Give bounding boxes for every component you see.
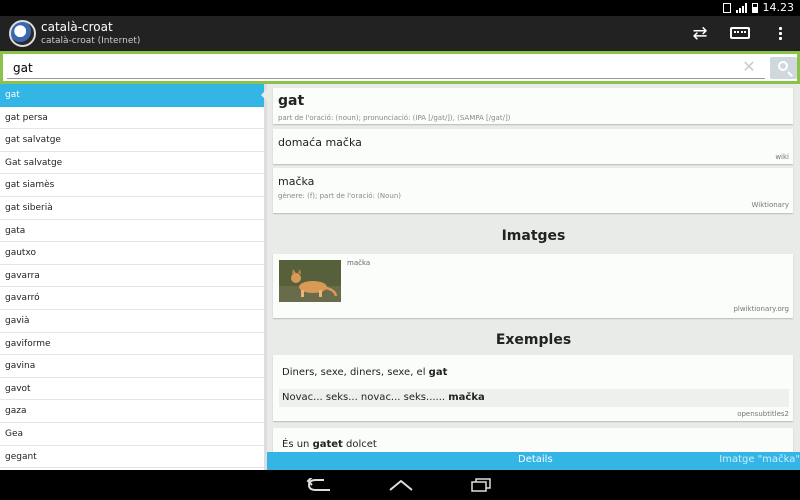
example-card: Diners, sexe, diners, sexe, el gat Novac… (273, 355, 793, 421)
word-list-item[interactable]: gavarra (0, 265, 264, 288)
notification-icon (722, 2, 731, 13)
signal-icon (735, 2, 747, 13)
image-card[interactable]: mačka plwiktionary.org (273, 254, 793, 318)
word-list-item[interactable]: gavià (0, 310, 264, 333)
word-list-item[interactable]: gat siberià (0, 197, 264, 220)
example-card: És un gatet dolcet (273, 428, 793, 452)
headword-card: gat part de l'oració: (noun); pronunciac… (273, 88, 793, 124)
word-list-item[interactable]: gat siamès (0, 174, 264, 197)
translation-meta: gènere: (f); part de l'oració: (Noun) (278, 192, 402, 200)
keyboard-button[interactable] (726, 22, 754, 44)
translation-card[interactable]: mačka gènere: (f); part de l'oració: (No… (273, 168, 793, 213)
translation-source: Wiktionary (751, 201, 790, 209)
images-heading: Imatges (501, 228, 566, 244)
translation-card[interactable]: domaća mačka wiki (273, 129, 793, 164)
search-icon (778, 61, 788, 71)
word-list-item[interactable]: gegant (0, 446, 264, 469)
keyboard-icon (730, 27, 750, 39)
clock: 14.23 (762, 1, 795, 14)
app-icon[interactable] (9, 20, 36, 47)
translation-source: wiki (775, 153, 789, 161)
dictionary-subtitle: català-croat (Internet) (41, 36, 141, 46)
headword: gat (278, 93, 305, 109)
word-list-item[interactable]: gata (0, 220, 264, 243)
example-translation: Novac... seks... novac... seks...... mač… (282, 392, 485, 403)
tab-details[interactable]: Details (518, 454, 553, 465)
example-translation-row: Novac... seks... novac... seks...... mač… (279, 389, 789, 407)
navigation-bar (0, 470, 800, 500)
app-window: 14.23 català-croat català-croat (Interne… (0, 0, 800, 500)
translation-text: domaća mačka (278, 136, 362, 149)
entry-panel: gat part de l'oració: (noun); pronunciac… (267, 84, 800, 452)
word-list-item[interactable]: gat salvatge (0, 129, 264, 152)
word-list-item[interactable]: gat (0, 84, 264, 107)
overflow-menu-button[interactable] (770, 22, 790, 44)
headword-meta: part de l'oració: (noun); pronunciació: … (278, 114, 511, 122)
word-list-item[interactable]: gavot (0, 378, 264, 401)
word-list-item[interactable]: Gat salvatge (0, 152, 264, 175)
clear-icon: ✕ (742, 57, 756, 76)
tab-image[interactable]: Imatge "mačka" (719, 454, 800, 465)
image-source: plwiktionary.org (733, 305, 789, 313)
word-list-item[interactable]: gaviforme (0, 333, 264, 356)
dictionary-title: català-croat (41, 20, 113, 34)
swap-icon: ⇄ (692, 22, 708, 44)
home-icon[interactable] (388, 478, 414, 492)
battery-icon (751, 2, 758, 13)
translation-text: mačka (278, 175, 315, 188)
word-list-item[interactable]: gavarró (0, 287, 264, 310)
bottom-tab-bar: Details Imatge "mačka" (267, 452, 800, 470)
cat-image[interactable] (279, 260, 341, 302)
search-bar: ✕ (0, 51, 800, 84)
word-list-item[interactable]: gaza (0, 400, 264, 423)
word-list: gat gat persa gat salvatge Gat salvatge gat … (0, 84, 264, 470)
example-source: opensubtitles2 (737, 410, 789, 418)
overflow-menu-icon (778, 26, 782, 30)
status-icons: 14.23 (722, 1, 795, 14)
word-list-item[interactable]: gautxo (0, 242, 264, 265)
word-list-item[interactable]: Gea (0, 423, 264, 446)
swap-languages-button[interactable]: ⇄ (686, 22, 714, 44)
status-bar: 14.23 (0, 0, 800, 16)
image-caption: mačka (347, 259, 371, 267)
action-bar: català-croat català-croat (Internet) ⇄ (0, 16, 800, 51)
clear-search-button[interactable]: ✕ (741, 59, 757, 75)
search-input[interactable] (7, 57, 765, 79)
recents-icon[interactable] (470, 478, 492, 492)
example-sentence: És un gatet dolcet (282, 439, 377, 450)
examples-heading: Exemples (495, 332, 572, 348)
word-list-item[interactable]: gavina (0, 355, 264, 378)
word-list-item[interactable]: gat persa (0, 107, 264, 130)
back-icon[interactable] (306, 478, 332, 492)
example-sentence: Diners, sexe, diners, sexe, el gat (282, 367, 448, 378)
search-button[interactable] (770, 57, 797, 79)
